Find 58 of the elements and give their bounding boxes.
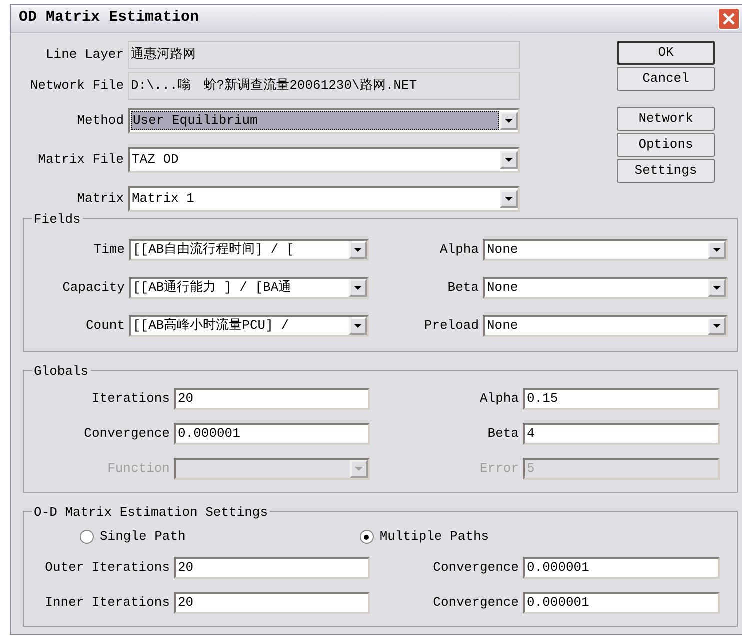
field-label: Network File [29, 76, 125, 95]
input-field[interactable]: 20 [174, 556, 370, 578]
input-field[interactable]: 4 [523, 422, 720, 444]
field-label: Matrix File [37, 150, 125, 169]
input-field[interactable]: 20 [174, 592, 370, 614]
ok-button[interactable]: OK [617, 41, 715, 65]
radio-option[interactable]: Multiple Paths [360, 527, 490, 547]
input-field[interactable]: 0.000001 [174, 422, 370, 444]
input-field[interactable]: 20 [174, 388, 370, 410]
field-label: Capacity [62, 279, 126, 298]
input-field[interactable]: 0.000001 [523, 592, 720, 614]
field-label: Outer Iterations [44, 558, 171, 577]
field-label: Inner Iterations [44, 594, 171, 612]
close-icon [722, 12, 736, 26]
dropdown-field[interactable]: None [483, 239, 728, 261]
field-label: Convergence [432, 594, 520, 612]
field-label: Beta [486, 424, 520, 443]
field-label: Matrix [76, 190, 125, 208]
field-label: Iterations [90, 390, 171, 408]
dropdown-field[interactable]: None [483, 277, 728, 299]
dropdown-arrow-icon [355, 466, 363, 470]
dropdown-arrow-icon [713, 248, 721, 252]
field-label: Alpha [478, 390, 520, 408]
dropdown-arrow-icon [354, 248, 362, 252]
dropdown-arrow-icon [713, 286, 721, 290]
field-label: Line Layer [44, 46, 125, 64]
field-label: Count [84, 317, 126, 336]
field-label: Error [478, 460, 520, 478]
dropdown-arrow-icon [354, 324, 362, 328]
dropdown-arrow-icon [505, 118, 513, 122]
field-label: Beta [446, 279, 480, 298]
dialog-button[interactable]: Settings [617, 159, 715, 183]
cancel-button[interactable]: Cancel [617, 67, 715, 91]
dropdown-field[interactable]: [[AB通行能力 ] / [BA通 [129, 277, 369, 299]
dropdown-arrow-icon [505, 196, 513, 200]
dialog-button[interactable]: Options [617, 133, 715, 157]
dropdown-field[interactable]: [[AB自由流行程时间] / [ [129, 239, 369, 261]
input-field[interactable]: 0.000001 [523, 556, 720, 578]
field-label: Convergence [432, 558, 520, 577]
close-button[interactable] [718, 8, 740, 30]
field-label: Function [106, 460, 171, 478]
dropdown-field[interactable]: [[AB高峰小时流量PCU] / [129, 315, 369, 337]
dropdown-arrow-icon [354, 286, 362, 290]
dropdown-field[interactable]: None [483, 315, 728, 337]
field-label: Preload [423, 317, 480, 336]
dropdown-arrow-icon [713, 324, 721, 328]
window-title: OD Matrix Estimation [19, 8, 200, 28]
dropdown-field[interactable]: User Equilibrium [128, 108, 520, 134]
dropdown-field[interactable]: Matrix 1 [128, 186, 520, 212]
field-label: Alpha [438, 241, 480, 260]
dropdown-field[interactable]: TAZ OD [128, 146, 520, 172]
dropdown-arrow-icon [505, 158, 513, 162]
input-field[interactable]: 0.15 [523, 388, 720, 410]
dialog-button[interactable]: Network [617, 107, 715, 131]
field-label: Time [92, 241, 126, 260]
field-label: Method [76, 112, 125, 130]
radio-option[interactable]: Single Path [80, 527, 186, 547]
field-label: Convergence [83, 424, 171, 443]
